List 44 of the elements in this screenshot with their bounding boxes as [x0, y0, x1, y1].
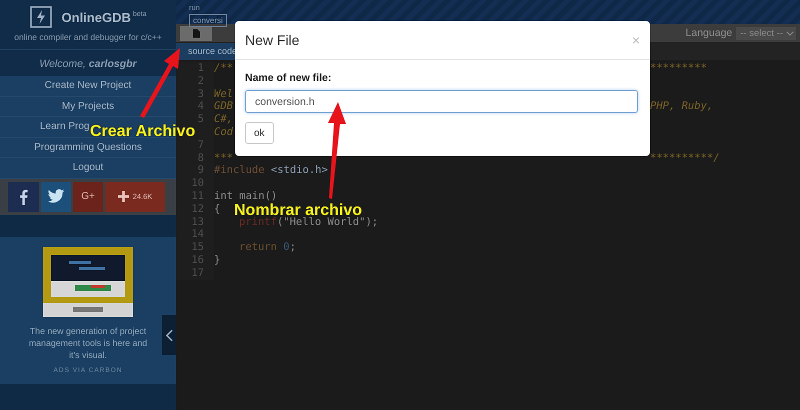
menu-item[interactable]: Create New Project [44, 80, 132, 92]
new-file-button[interactable] [180, 26, 212, 40]
menu-item[interactable]: Logout [72, 162, 104, 174]
code-text: GDB [214, 100, 233, 112]
menu-item[interactable]: Learn Prog [40, 121, 90, 132]
bolt-logo-icon [30, 6, 52, 28]
menu-item[interactable]: My Projects [62, 100, 114, 112]
facebook-share-button[interactable] [8, 182, 39, 212]
annotation-label: Crear Archivo [90, 124, 196, 140]
code-text: int main() [214, 190, 278, 202]
language-select[interactable]: -- select -- [736, 26, 796, 40]
bird-icon [47, 189, 65, 204]
code-text: #include <stdio.h> [214, 164, 328, 176]
ok-button[interactable]: ok [245, 122, 274, 144]
code-text: Cod [214, 126, 233, 138]
code-text: printf("Hello World"); [239, 216, 378, 228]
tagline: online compiler and debugger for c/c++ [14, 32, 162, 42]
googleplus-share-button[interactable]: G+ [73, 182, 103, 212]
welcome-text: Welcome, carlosgbr [0, 50, 176, 76]
ad-text: The new generation of project management tools is here and it's visual. [28, 324, 148, 360]
caret-icon [786, 30, 794, 36]
language-label: Language [686, 27, 732, 39]
code-text: } [214, 254, 220, 266]
file-icon [192, 28, 200, 38]
code-text: ********* [650, 62, 707, 75]
brand-name: OnlineGDB [62, 10, 131, 24]
code-text: { [214, 202, 220, 215]
collapse-button[interactable] [162, 315, 176, 355]
code-text: return 0; [239, 241, 296, 254]
code-text: **********/ [650, 152, 720, 164]
chevron-left-icon [166, 328, 172, 342]
code-text: C#, [214, 113, 233, 126]
code-text: Wel [214, 88, 233, 100]
twitter-share-button[interactable] [41, 182, 71, 212]
plus-icon [118, 191, 129, 202]
file-name-field[interactable]: conversi [189, 14, 227, 27]
file-name-input[interactable]: conversion.h [245, 90, 638, 113]
menu-item[interactable]: Programming Questions [34, 142, 142, 153]
facebook-icon [19, 188, 28, 204]
field-label: Name of new file: [245, 72, 332, 84]
code-text: /** [214, 62, 233, 74]
dialog-title: New File [245, 32, 300, 48]
code-text: *** [214, 152, 233, 164]
code-text: PHP, Ruby, [650, 100, 714, 114]
